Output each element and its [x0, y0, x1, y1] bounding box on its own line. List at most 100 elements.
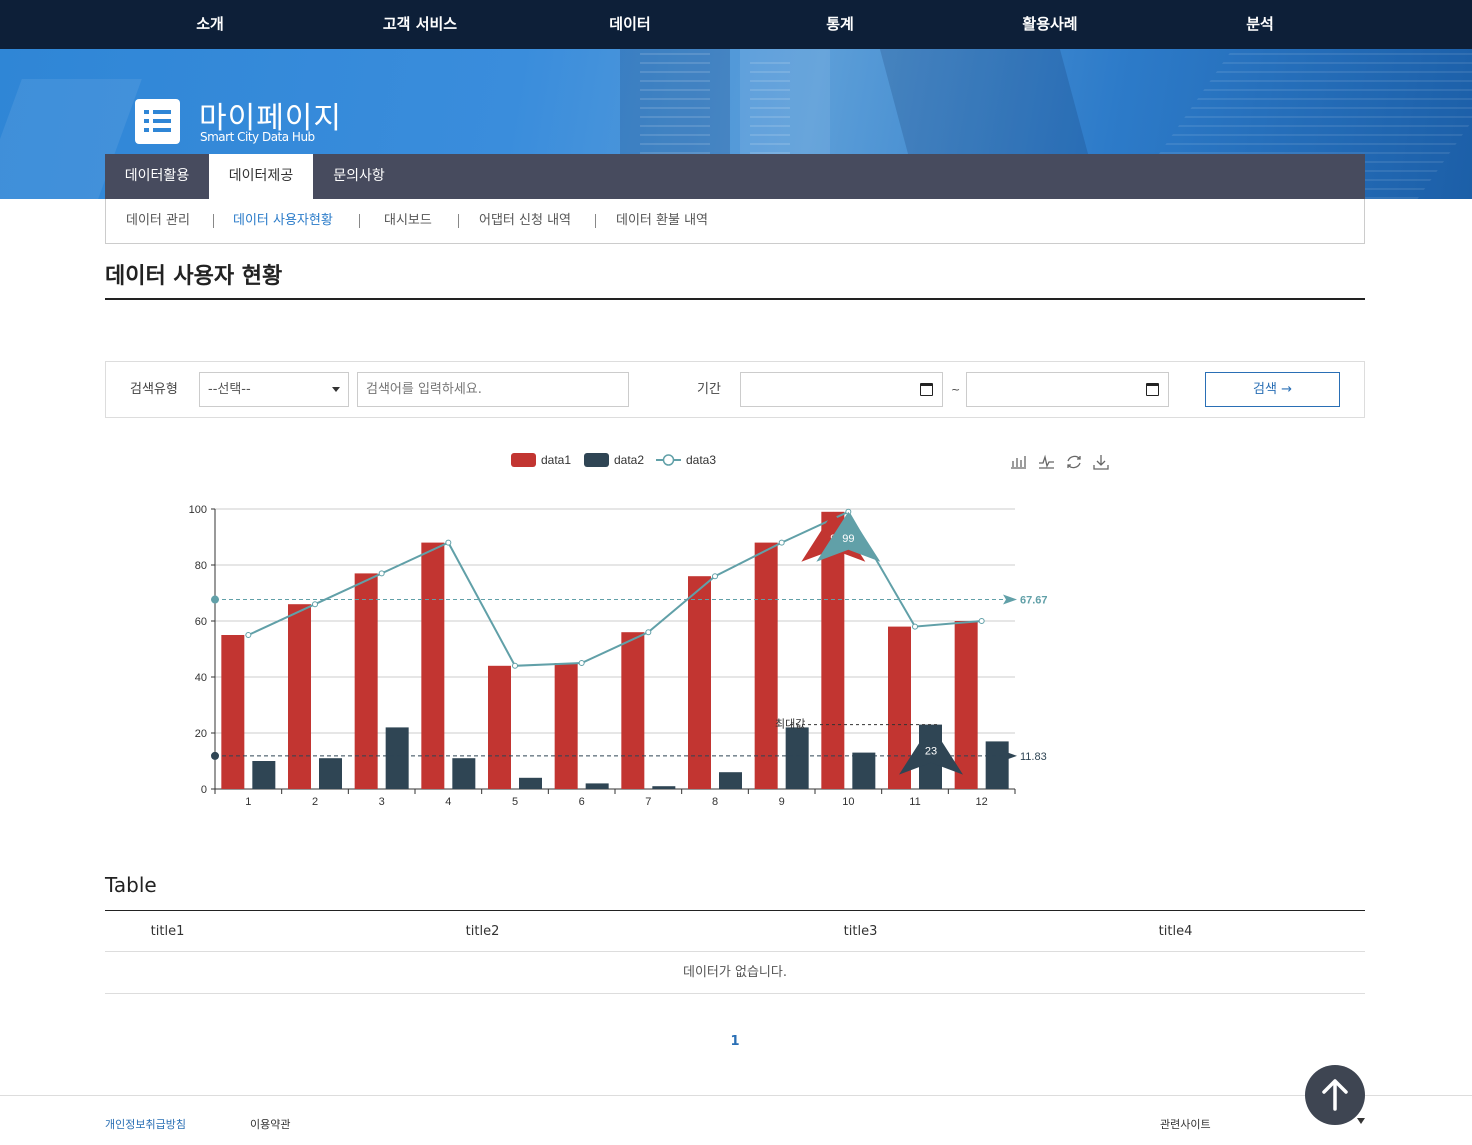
nav-item-analysis[interactable]: 분석 — [1155, 0, 1365, 49]
tab-inquiries[interactable]: 문의사항 — [313, 154, 405, 199]
nav-item-statistics[interactable]: 통계 — [735, 0, 945, 49]
search-type-label: 검색유형 — [130, 382, 178, 397]
nav-item-data[interactable]: 데이터 — [525, 0, 735, 49]
x-tick-label: 7 — [645, 796, 651, 808]
date-range-separator: ~ — [951, 383, 961, 396]
search-keyword-input[interactable] — [357, 372, 629, 407]
subnav-item-adapter-requests[interactable]: 어댑터 신청 내역 — [479, 199, 571, 243]
y-tick-label: 40 — [195, 672, 207, 684]
bar-data1 — [554, 663, 578, 789]
table-header-row: title1 title2 title3 title4 — [105, 910, 1365, 952]
tab-data-provision[interactable]: 데이터제공 — [209, 154, 313, 199]
search-type-select[interactable]: --선택-- — [199, 372, 349, 407]
y-tick-label: 20 — [195, 728, 207, 740]
bar-data2 — [252, 761, 276, 789]
bar-data2 — [852, 752, 876, 789]
table-header-title1: title1 — [150, 924, 185, 939]
nav-item-intro[interactable]: 소개 — [105, 0, 315, 49]
list-icon — [135, 99, 180, 144]
bar-chart-icon[interactable] — [1011, 456, 1026, 469]
arrow-up-icon — [1322, 1079, 1348, 1111]
calendar-icon[interactable] — [1146, 383, 1159, 396]
data-table: title1 title2 title3 title4 데이터가 없습니다. — [105, 910, 1365, 994]
y-tick-label: 80 — [195, 560, 207, 572]
subnav-item-data-user-status[interactable]: 데이터 사용자현황 — [233, 199, 333, 243]
chart-svg: 0204060801001 2 3 4 5 6 7 8 9 10 11 1267.6711.83최대값… — [189, 453, 1109, 808]
line-point-data3 — [578, 660, 585, 666]
bar-data1 — [621, 632, 645, 789]
legend-swatch-data3 — [662, 454, 675, 466]
line-chart-icon[interactable] — [1039, 454, 1054, 469]
search-panel: 검색유형 --선택-- 기간 ~ 검색 → — [105, 361, 1365, 418]
markpoint-data3-label: 99 — [842, 533, 854, 545]
bar-data1 — [954, 621, 978, 789]
calendar-icon[interactable] — [920, 383, 933, 396]
footer-privacy-link[interactable]: 개인정보취급방침 — [105, 1116, 186, 1132]
bar-data1 — [754, 542, 778, 789]
bar-data1 — [354, 573, 378, 789]
tab-data-usage[interactable]: 데이터활용 — [105, 154, 209, 199]
x-tick-label: 9 — [779, 796, 785, 808]
top-navigation: 소개 고객 서비스 데이터 통계 활용사례 분석 — [0, 0, 1472, 49]
y-tick-label: 0 — [201, 784, 207, 796]
bar-data2 — [652, 786, 676, 789]
page-title: 데이터 사용자 현황 — [105, 264, 283, 289]
pagination-page-1[interactable]: 1 — [725, 1034, 745, 1049]
x-tick-label: 2 — [312, 796, 318, 808]
footer: 개인정보취급방침 이용약관 관련사이트 — [0, 1095, 1472, 1145]
scroll-to-top-button[interactable] — [1305, 1065, 1365, 1125]
bar-data2 — [319, 758, 342, 789]
y-tick-label: 60 — [195, 616, 207, 628]
table-header-title2: title2 — [465, 924, 500, 939]
main-tabs: 데이터활용 데이터제공 문의사항 — [105, 154, 1365, 199]
legend-label-data3: data3 — [686, 453, 716, 467]
markline-arrow — [1003, 594, 1017, 605]
footer-related-sites[interactable]: 관련사이트 — [1160, 1116, 1211, 1132]
chevron-down-icon — [332, 387, 340, 392]
nav-item-customer-service[interactable]: 고객 서비스 — [315, 0, 525, 49]
x-tick-label: 8 — [712, 796, 718, 808]
line-point-data3 — [912, 623, 918, 630]
bar-data2 — [452, 758, 476, 789]
bar-data2 — [985, 741, 1009, 789]
x-tick-label: 11 — [909, 796, 920, 808]
line-point-data3 — [312, 601, 318, 608]
search-type-value: --선택-- — [208, 382, 251, 397]
subnav-item-data-refunds[interactable]: 데이터 환불 내역 — [616, 199, 708, 243]
table-header-title3: title3 — [843, 924, 878, 939]
x-tick-label: 6 — [579, 796, 585, 808]
line-point-data3 — [712, 573, 718, 580]
legend-label-data2: data2 — [614, 453, 644, 467]
refresh-icon[interactable] — [1067, 455, 1081, 469]
start-date-input[interactable] — [740, 372, 943, 407]
legend-label-data1: data1 — [541, 453, 571, 467]
table-empty-message: 데이터가 없습니다. — [105, 952, 1365, 994]
markline-max-label: 최대값 — [775, 718, 805, 731]
markline-start-dot — [211, 595, 219, 604]
search-button[interactable]: 검색 → — [1205, 372, 1340, 407]
download-icon[interactable] — [1093, 455, 1109, 470]
bar-data2 — [719, 772, 742, 789]
bar-data2 — [385, 727, 409, 789]
markline-value-label: 67.67 — [1020, 595, 1048, 607]
bar-data1 — [221, 635, 245, 789]
bar-data1 — [288, 604, 311, 789]
bar-data1 — [688, 576, 711, 789]
subnav-item-dashboard[interactable]: 대시보드 — [384, 199, 432, 243]
sub-navigation: 데이터 관리 데이터 사용자현황 대시보드 어댑터 신청 내역 데이터 환불 내… — [105, 199, 1365, 244]
x-tick-label: 3 — [379, 796, 385, 808]
end-date-input[interactable] — [966, 372, 1169, 407]
legend-swatch-data1 — [511, 453, 536, 467]
subnav-divider — [458, 214, 459, 228]
line-point-data3 — [445, 539, 452, 546]
subnav-divider — [359, 214, 360, 228]
subnav-item-data-management[interactable]: 데이터 관리 — [126, 199, 190, 243]
markline-start-dot — [211, 751, 219, 760]
markpoint-data2-label: 23 — [925, 746, 937, 758]
x-tick-label: 1 — [245, 796, 251, 808]
line-point-data3 — [378, 570, 385, 577]
period-label: 기간 — [697, 382, 721, 397]
footer-terms-link[interactable]: 이용약관 — [250, 1116, 290, 1132]
bar-data2 — [785, 727, 809, 789]
nav-item-use-cases[interactable]: 활용사례 — [945, 0, 1155, 49]
